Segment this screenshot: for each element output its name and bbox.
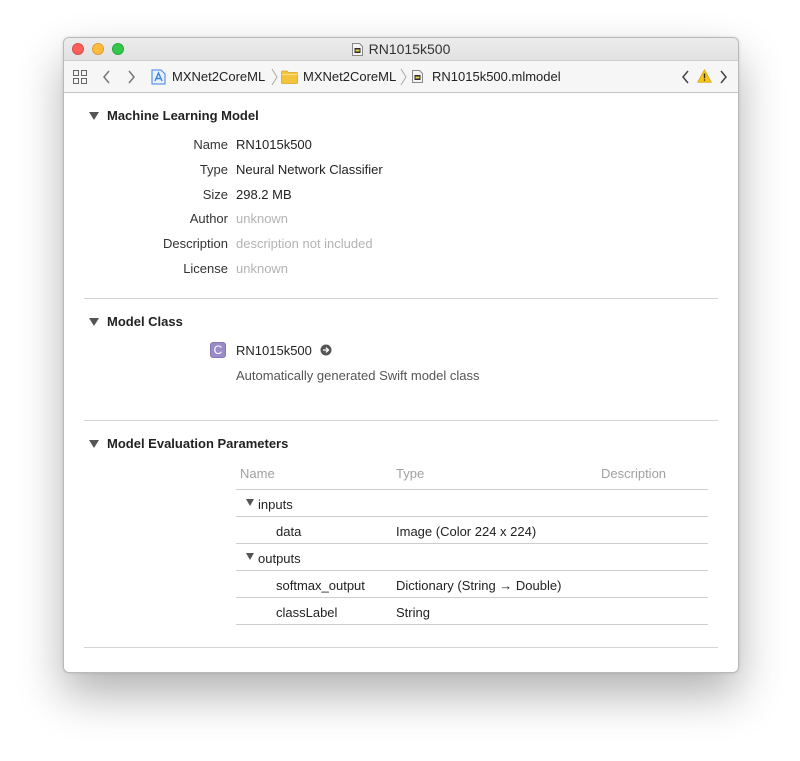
mlmodel-file-icon [351, 43, 363, 56]
title-bar: RN1015k500 [64, 38, 738, 60]
table-row-type: Dictionary (String → Double) [396, 578, 562, 593]
mlmodel-file-icon [412, 70, 423, 83]
class-badge-letter: C [213, 343, 223, 357]
column-header-name[interactable]: Name [240, 466, 275, 481]
section-title-model-evaluation-parameters: Model Evaluation Parameters [107, 436, 289, 451]
table-row-type: String [396, 605, 430, 620]
table-row-divider [236, 516, 708, 517]
related-items-grid-icon[interactable] [73, 70, 87, 84]
breadcrumb-file-label: RN1015k500.mlmodel [432, 69, 561, 84]
section-divider [84, 647, 718, 648]
breadcrumb-project[interactable]: MXNet2CoreML [151, 61, 265, 92]
swift-class-badge-icon: C [210, 342, 226, 358]
table-row-name: data [276, 524, 302, 539]
breadcrumb-project-label: MXNet2CoreML [172, 69, 266, 84]
field-value-name: RN1015k500 [236, 137, 312, 152]
column-header-description[interactable]: Description [601, 466, 666, 481]
field-label-type: Type [199, 162, 228, 177]
model-editor: Machine Learning Model Name RN1015k500 T… [64, 93, 738, 672]
previous-issue-chevron-icon[interactable] [681, 70, 690, 84]
field-label-author: Author [189, 211, 228, 226]
table-header-divider [236, 489, 708, 490]
section-divider [84, 420, 718, 421]
breadcrumb-separator-icon [271, 68, 278, 86]
field-value-size: 298.2 MB [236, 187, 292, 202]
table-row-divider [236, 597, 708, 598]
table-row-divider [236, 624, 708, 625]
breadcrumb-folder-label: MXNet2CoreML [303, 69, 397, 84]
table-row-divider [236, 570, 708, 571]
folder-icon [281, 70, 298, 84]
field-value-type: Neural Network Classifier [236, 162, 383, 177]
group-row-inputs[interactable]: inputs [258, 497, 293, 512]
group-row-outputs[interactable]: outputs [258, 551, 301, 566]
column-header-type[interactable]: Type [396, 466, 424, 481]
navigate-arrow-icon[interactable] [320, 344, 332, 356]
xcode-window: RN1015k500 MXNet2CoreML MXNet2CoreML RN1… [63, 37, 739, 673]
section-title-model-class: Model Class [107, 314, 183, 329]
jump-bar: MXNet2CoreML MXNet2CoreML RN1015k500.mlm… [64, 60, 738, 93]
breadcrumb-file[interactable]: RN1015k500.mlmodel [412, 61, 561, 92]
disclosure-triangle-icon[interactable] [89, 440, 99, 448]
field-value-author[interactable]: unknown [236, 211, 288, 226]
field-label-description: Description [162, 236, 228, 251]
table-row-name: softmax_output [276, 578, 365, 593]
forward-chevron-icon[interactable] [127, 70, 136, 84]
model-class-description: Automatically generated Swift model clas… [236, 368, 480, 383]
field-value-description[interactable]: description not included [236, 236, 373, 251]
back-chevron-icon[interactable] [102, 70, 111, 84]
section-title-machine-learning-model: Machine Learning Model [107, 108, 259, 123]
warning-icon[interactable] [697, 69, 712, 83]
table-row-name: classLabel [276, 605, 338, 620]
disclosure-triangle-icon[interactable] [89, 112, 99, 120]
model-class-name: RN1015k500 [236, 343, 312, 358]
table-row-type: Image (Color 224 x 224) [396, 524, 537, 539]
disclosure-triangle-icon[interactable] [89, 318, 99, 326]
field-label-name: Name [193, 137, 228, 152]
window-title-text: RN1015k500 [368, 41, 451, 57]
next-issue-chevron-icon[interactable] [719, 70, 728, 84]
disclosure-triangle-icon[interactable] [246, 499, 254, 506]
section-divider [84, 298, 718, 299]
window-title: RN1015k500 [64, 41, 738, 57]
xcode-project-icon [151, 69, 166, 84]
breadcrumb-folder[interactable]: MXNet2CoreML [281, 61, 396, 92]
field-label-size: Size [202, 187, 228, 202]
table-row-divider [236, 543, 708, 544]
disclosure-triangle-icon[interactable] [246, 553, 254, 560]
field-label-license: License [183, 261, 228, 276]
breadcrumb-separator-icon [400, 68, 407, 86]
field-value-license[interactable]: unknown [236, 261, 288, 276]
